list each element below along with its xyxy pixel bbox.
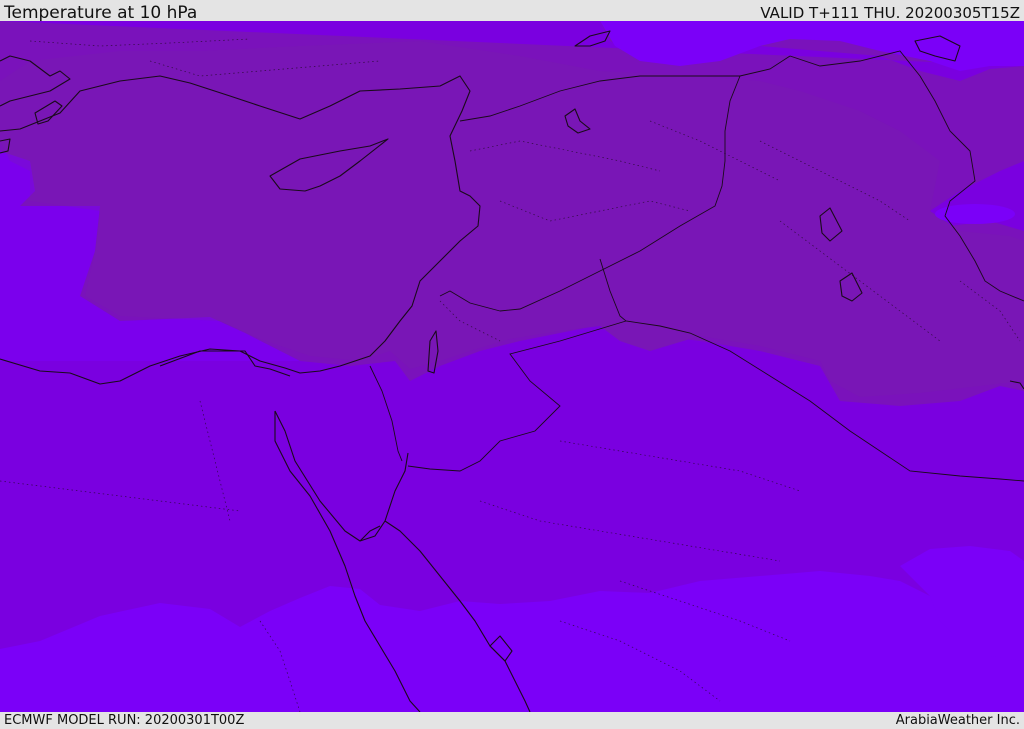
header-bar: Temperature at 10 hPa VALID T+111 THU. 2… — [0, 0, 1024, 23]
temperature-map[interactable] — [0, 21, 1024, 712]
credit: ArabiaWeather Inc. — [895, 713, 1020, 728]
model-run: ECMWF MODEL RUN: 20200301T00Z — [4, 713, 245, 728]
map-title: Temperature at 10 hPa — [4, 3, 198, 23]
footer-bar: ECMWF MODEL RUN: 20200301T00Z ArabiaWeat… — [0, 712, 1024, 729]
valid-time: VALID T+111 THU. 20200305T15Z — [760, 4, 1020, 22]
temperature-patch-east — [935, 204, 1015, 224]
